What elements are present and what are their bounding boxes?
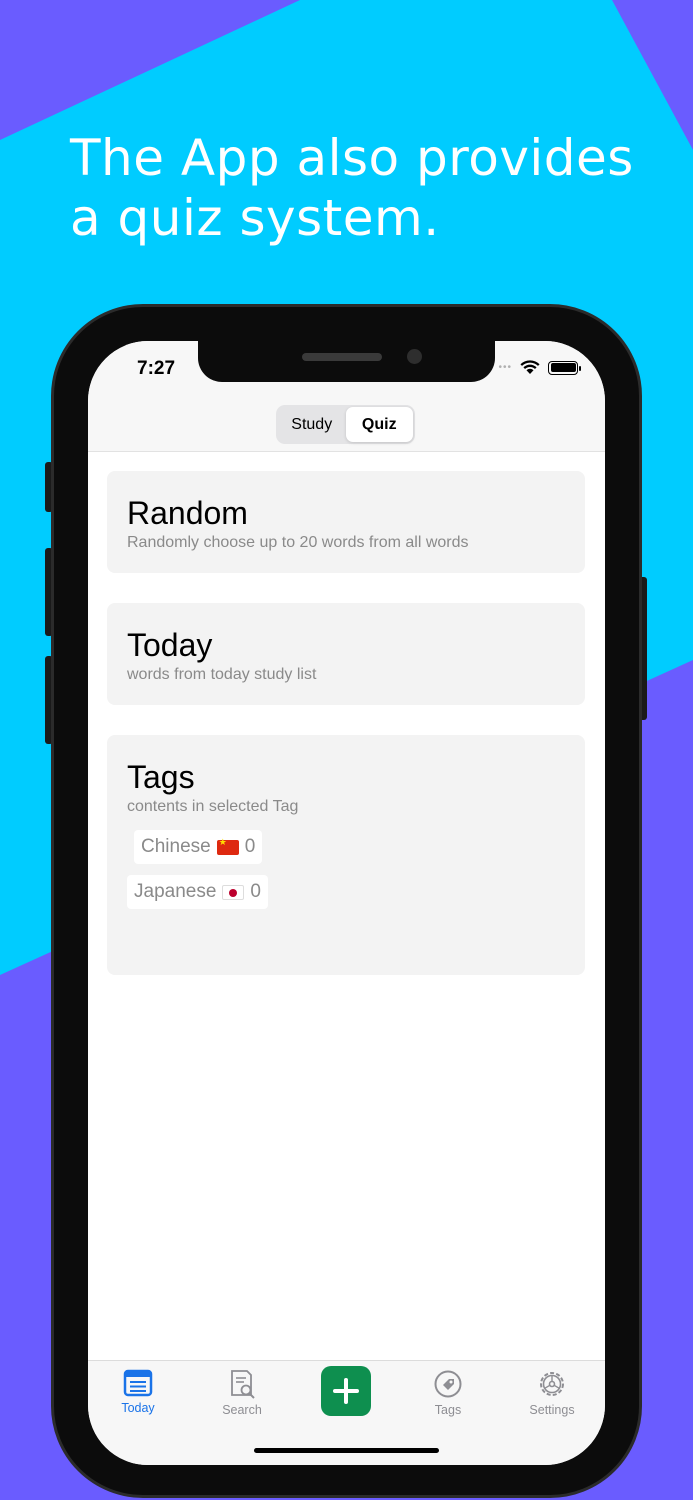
home-indicator (254, 1448, 439, 1453)
segment-study[interactable]: Study (278, 407, 346, 442)
tag-count: 0 (244, 836, 256, 857)
signal-dots-icon: ••• (498, 362, 512, 373)
tab-tags[interactable]: Tags (403, 1369, 493, 1417)
plus-icon (333, 1378, 359, 1404)
headline: The App also provides a quiz system. (70, 129, 634, 247)
random-quiz-card[interactable]: Random Randomly choose up to 20 words fr… (107, 471, 585, 573)
search-document-icon (231, 1370, 255, 1399)
tab-label: Tags (434, 1403, 462, 1417)
tags-subtitle: contents in selected Tag (127, 798, 299, 815)
tag-chip-japanese[interactable]: Japanese 0 (127, 875, 268, 909)
battery-icon (548, 360, 581, 375)
tag-name: Japanese (134, 881, 217, 902)
tab-settings[interactable]: Settings (507, 1369, 597, 1417)
tab-today[interactable]: Today (93, 1369, 183, 1415)
notch (198, 341, 495, 382)
china-flag-icon (216, 837, 239, 855)
tags-quiz-card: Tags contents in selected Tag Chinese 0 … (107, 735, 585, 975)
tags-title: Tags (127, 759, 195, 795)
tab-label: Settings (529, 1403, 575, 1417)
speaker (302, 353, 382, 361)
tag-icon (434, 1370, 462, 1398)
front-camera (407, 349, 422, 364)
tag-chip-chinese[interactable]: Chinese 0 (134, 830, 263, 864)
tag-count: 0 (250, 881, 261, 902)
japan-flag-icon (222, 884, 245, 900)
add-word-button[interactable] (321, 1366, 371, 1416)
status-icons: ••• (498, 360, 581, 375)
today-subtitle: words from today study list (127, 666, 317, 683)
today-list-icon (123, 1369, 153, 1397)
tab-label: Search (222, 1403, 262, 1417)
random-title: Random (127, 495, 248, 531)
tag-name: Chinese (141, 836, 211, 857)
today-quiz-card[interactable]: Today words from today study list (107, 603, 585, 705)
gear-icon (540, 1372, 564, 1396)
status-time: 7:27 (137, 358, 176, 379)
random-subtitle: Randomly choose up to 20 words from all … (127, 534, 469, 551)
phone-screen: Study Quiz 7:27 ••• Random Randomly choo… (88, 341, 605, 1465)
study-quiz-segmented-control[interactable]: Study Quiz (276, 405, 415, 444)
tab-label: Today (121, 1401, 155, 1415)
tab-search[interactable]: Search (197, 1369, 287, 1417)
wifi-icon (520, 360, 540, 374)
today-title: Today (127, 627, 213, 663)
segment-quiz[interactable]: Quiz (345, 407, 413, 442)
